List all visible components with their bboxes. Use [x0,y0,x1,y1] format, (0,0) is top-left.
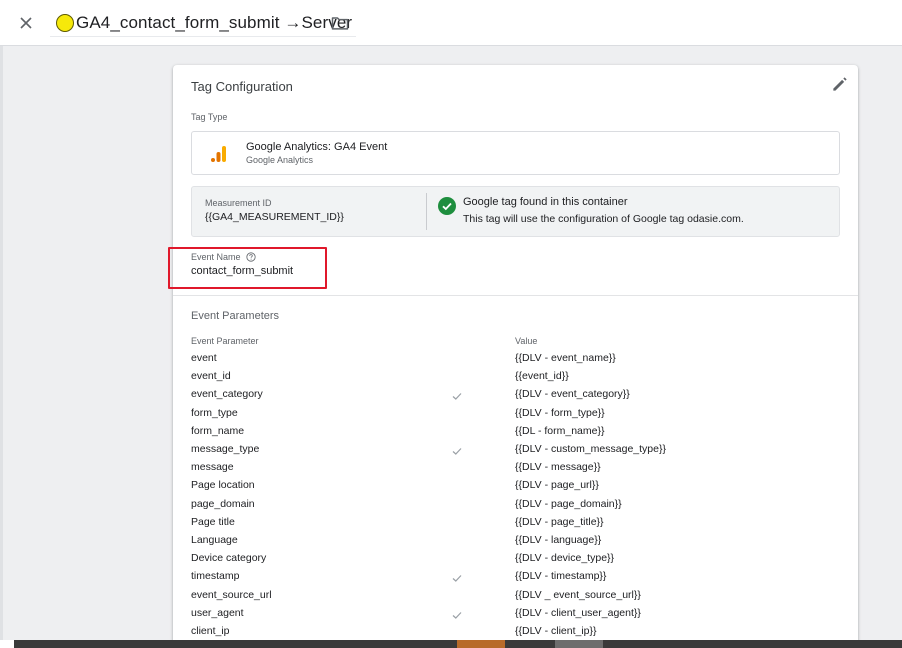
card-title: Tag Configuration [191,79,293,94]
parameter-value: {{DLV _ event_source_url}} [515,588,641,601]
table-row: user_agent {{DLV - client_user_agent}} [173,607,858,625]
tag-title-field[interactable]: GA4_contact_form_submit →Server [50,9,357,37]
checkmark-icon [452,575,462,583]
divider [426,193,427,230]
table-row: Language {{DLV - language}} [173,534,858,552]
parameter-value: {{event_id}} [515,370,569,383]
event-parameters-title: Event Parameters [191,310,280,322]
parameter-name: Page location [191,479,255,492]
parameter-name: event [191,352,217,364]
table-row: form_name {{DL - form_name}} [173,425,858,443]
parameter-name: Device category [191,552,267,565]
parameter-name: client_ip [191,625,230,637]
event-name-label: Event Name [191,252,241,262]
measurement-id-value: {{GA4_MEASUREMENT_ID}} [205,211,344,223]
table-row: event_id {{event_id}} [173,370,858,388]
tag-type-vendor: Google Analytics [246,155,314,165]
column-header-value: Value [515,336,538,346]
parameter-value: {{DLV - page_title}} [515,515,604,528]
table-row: event_category {{DLV - event_category}} [173,388,858,406]
taskbar-app-grey[interactable] [555,640,603,648]
edit-pencil-icon[interactable] [830,74,850,94]
table-row: page_domain {{DLV - page_domain}} [173,498,858,516]
parameter-name: message [191,461,234,474]
parameter-name: form_type [191,406,238,419]
table-row: timestamp {{DLV - timestamp}} [173,570,858,588]
checkmark-icon [452,448,462,455]
table-row: message {{DLV - message}} [173,461,858,479]
parameter-value: {{DLV - client_ip}} [515,625,597,637]
parameter-value: {{DL - form_name}} [515,424,605,437]
google-tag-found-description: This tag will use the configuration of G… [463,213,744,225]
help-icon[interactable] [245,252,256,262]
side-panel-edge [0,46,3,640]
parameter-name: message_type [191,443,260,455]
table-row: message_type {{DLV - custom_message_type}… [173,443,858,461]
parameter-name: event_category [191,388,263,401]
event-name-value: contact_form_submit [191,265,294,277]
measurement-id-label: Measurement ID [205,198,272,208]
parameter-name: page_domain [191,497,255,510]
parameter-name: event_id [191,370,231,383]
parameter-name: event_source_url [191,588,272,601]
parameter-value: {{DLV - device_type}} [515,552,615,565]
parameter-name: form_name [191,424,245,437]
taskbar-app-orange[interactable] [457,640,505,648]
column-header-parameter: Event Parameter [191,336,259,346]
folder-icon[interactable] [330,13,350,33]
tag-type-box[interactable]: Google Analytics: GA4 Event Google Analy… [191,131,840,175]
close-icon[interactable] [14,11,38,35]
parameter-value: {{DLV - page_domain}} [515,497,622,510]
status-dot-icon [56,13,74,32]
parameter-value: {{DLV - message}} [515,461,601,474]
google-tag-found-title: Google tag found in this container [463,196,628,208]
divider [173,295,858,296]
check-circle-icon [438,197,456,215]
parameter-name: user_agent [191,606,244,619]
table-row: Page title {{DLV - page_title}} [173,516,858,534]
parameter-value: {{DLV - language}} [515,534,602,546]
parameter-value: {{DLV - custom_message_type}} [515,443,666,455]
measurement-id-box: Measurement ID {{GA4_MEASUREMENT_ID}} Go… [191,186,840,237]
table-row: form_type {{DLV - form_type}} [173,407,858,425]
checkmark-icon [452,611,462,619]
table-row: Page location {{DLV - page_url}} [173,479,858,497]
parameter-value: {{DLV - page_url}} [515,479,599,492]
parameter-name: Page title [191,515,235,528]
parameter-value: {{DLV - event_name}} [515,352,616,364]
parameter-name: timestamp [191,570,240,583]
taskbar [0,640,902,648]
tag-title[interactable]: GA4_contact_form_submit →Server [76,13,352,33]
table-row: event_source_url {{DLV _ event_source_url… [173,589,858,607]
parameter-value: {{DLV - event_category}} [515,388,630,401]
tag-type-label: Tag Type [191,112,228,122]
parameter-name: Language [191,534,238,546]
parameter-value: {{DLV - timestamp}} [515,570,607,583]
parameter-value: {{DLV - form_type}} [515,406,605,419]
checkmark-icon [452,393,462,401]
google-analytics-logo-icon [211,146,226,162]
editor-header: GA4_contact_form_submit →Server [0,0,902,46]
tag-configuration-card: Tag Configuration Tag Type Google Analyt… [168,65,858,648]
table-row: event {{DLV - event_name}} [173,352,858,370]
table-row: Device category {{DLV - device_type}} [173,552,858,570]
event-name-label-wrap: Event Name [191,252,256,262]
tag-type-name: Google Analytics: GA4 Event [246,141,388,153]
taskbar-gap [0,640,14,648]
parameter-value: {{DLV - client_user_agent}} [515,606,641,619]
